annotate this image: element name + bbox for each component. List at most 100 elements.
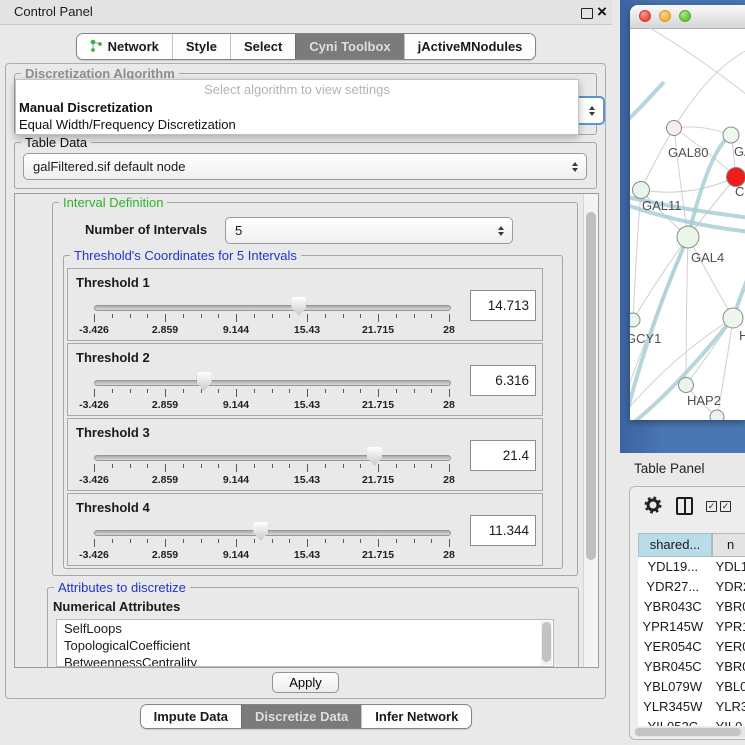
table-row[interactable]: YPR145WYPR1 [638,617,745,637]
thresholds-group-title: Threshold's Coordinates for 5 Intervals [70,248,301,263]
tick-mark [112,314,113,318]
slider-thumb[interactable] [291,297,306,316]
list-item[interactable]: BetweennessCentrality [57,654,553,667]
column-header[interactable]: shared... [638,533,712,557]
apply-button[interactable]: Apply [272,672,339,693]
tab-label: jActiveMNodules [418,34,523,59]
tab-select[interactable]: Select [230,34,295,59]
table-row[interactable]: YBR045CYBR0 [638,657,745,677]
tick-mark [289,314,290,318]
network-node[interactable] [630,313,640,327]
node-label: H [739,328,745,343]
zoom-traffic-light-icon[interactable] [679,10,691,22]
table-row[interactable]: YIL052CYIL0 [638,717,745,726]
table-hscrollbar[interactable] [634,727,745,737]
tick-mark [183,389,184,393]
tab-cyni-toolbox[interactable]: Cyni Toolbox [295,34,403,59]
table-row[interactable]: YBL079WYBL0 [638,677,745,697]
tick-mark [272,314,273,318]
network-node[interactable] [633,182,650,199]
tab-network[interactable]: Network [77,34,172,59]
num-intervals-spinner[interactable]: 5 [225,217,513,244]
scrollbar-thumb[interactable] [635,728,741,736]
tab-style[interactable]: Style [172,34,230,59]
slider-thumb[interactable] [253,522,268,541]
network-node[interactable] [667,121,682,136]
tick-mark [289,539,290,543]
table-row[interactable]: YDL19...YDL1 [638,557,745,577]
bottom-tab-infer-network[interactable]: Infer Network [361,705,471,728]
scrollbar-thumb[interactable] [586,212,596,560]
network-view[interactable]: GAL80GACGAL11GAL4GCY1HHAP2 [630,28,745,420]
tick-mark [378,389,379,397]
close-traffic-light-icon[interactable] [639,10,651,22]
tick-mark [218,464,219,468]
table-row[interactable]: YDR27...YDR2 [638,577,745,597]
tick-mark [360,539,361,543]
threshold-value-field[interactable]: 6.316 [470,365,536,396]
column-header[interactable]: n [712,533,745,557]
interval-definition-group: Interval Definition Number of Intervals … [52,202,578,576]
tick-mark [236,389,237,397]
slider-track[interactable] [94,305,451,311]
table-cell: YIL0 [708,717,745,726]
network-node[interactable] [723,308,743,328]
network-window-titlebar[interactable] [630,5,745,29]
minimize-traffic-light-icon[interactable] [659,10,671,22]
gear-icon[interactable] [644,496,662,517]
table-rows: YDL19...YDL1YDR27...YDR2YBR043CYBR0YPR14… [638,557,745,726]
checkbox-icon[interactable]: ✓ [706,501,717,512]
network-window[interactable]: GAL80GACGAL11GAL4GCY1HHAP2 [630,5,745,420]
bottom-tab-label: Infer Network [375,704,458,729]
slider-track[interactable] [94,380,451,386]
table-row[interactable]: YBR043CYBR0 [638,597,745,617]
network-node[interactable] [677,226,699,248]
node-label: HAP2 [687,393,721,408]
list-scrollbar[interactable] [541,621,552,665]
tick-mark [360,464,361,468]
close-icon[interactable]: × [597,0,607,24]
dropdown-option[interactable]: Equal Width/Frequency Discretization [16,116,578,133]
list-item[interactable]: SelfLoops [57,620,553,637]
threshold-value-field[interactable]: 21.4 [470,440,536,471]
columns-icon[interactable] [676,497,693,515]
tick-mark [449,539,450,547]
table-cell: YDR27... [638,577,708,597]
checkbox-icon[interactable]: ✓ [720,501,731,512]
tick-mark [307,464,308,472]
tick-mark [272,539,273,543]
scrollbar-thumb[interactable] [542,622,551,662]
threshold-value-field[interactable]: 11.344 [470,515,536,546]
table-cell: YER054C [638,637,708,657]
table-cell: YPR145W [638,617,708,637]
panel-title: Control Panel [14,4,93,19]
slider-thumb[interactable] [197,372,212,391]
table-cell: YDL19... [638,557,708,577]
attributes-list[interactable]: SelfLoopsTopologicalCoefficientBetweenne… [56,619,554,667]
tick-mark [201,539,202,543]
attributes-group: Attributes to discretize Numerical Attri… [47,587,579,668]
threshold-value-field[interactable]: 14.713 [470,290,536,321]
table-row[interactable]: YLR345WYLR3 [638,697,745,717]
tab-jactivemnodules[interactable]: jActiveMNodules [404,34,536,59]
network-edge [674,48,745,128]
slider-track[interactable] [94,455,451,461]
bottom-tab-discretize-data[interactable]: Discretize Data [241,705,361,728]
threshold-label: Threshold 4 [76,500,150,515]
settings-scrollbar[interactable] [583,194,598,667]
slider-track[interactable] [94,530,451,536]
float-icon[interactable] [581,8,593,19]
list-item[interactable]: TopologicalCoefficient [57,637,553,654]
network-edge-thick [630,82,664,124]
network-node[interactable] [723,127,739,143]
network-node[interactable] [679,378,694,393]
slider-thumb[interactable] [367,447,382,466]
table-row[interactable]: YER054CYER0 [638,637,745,657]
numerical-attributes-label: Numerical Attributes [53,599,180,614]
tick-mark [343,314,344,318]
table-data-combo[interactable]: galFiltered.sif default node [23,153,587,180]
tick-mark [183,464,184,468]
dropdown-option[interactable]: Manual Discretization [16,99,578,116]
network-node[interactable] [710,410,724,420]
bottom-tab-impute-data[interactable]: Impute Data [141,705,241,728]
